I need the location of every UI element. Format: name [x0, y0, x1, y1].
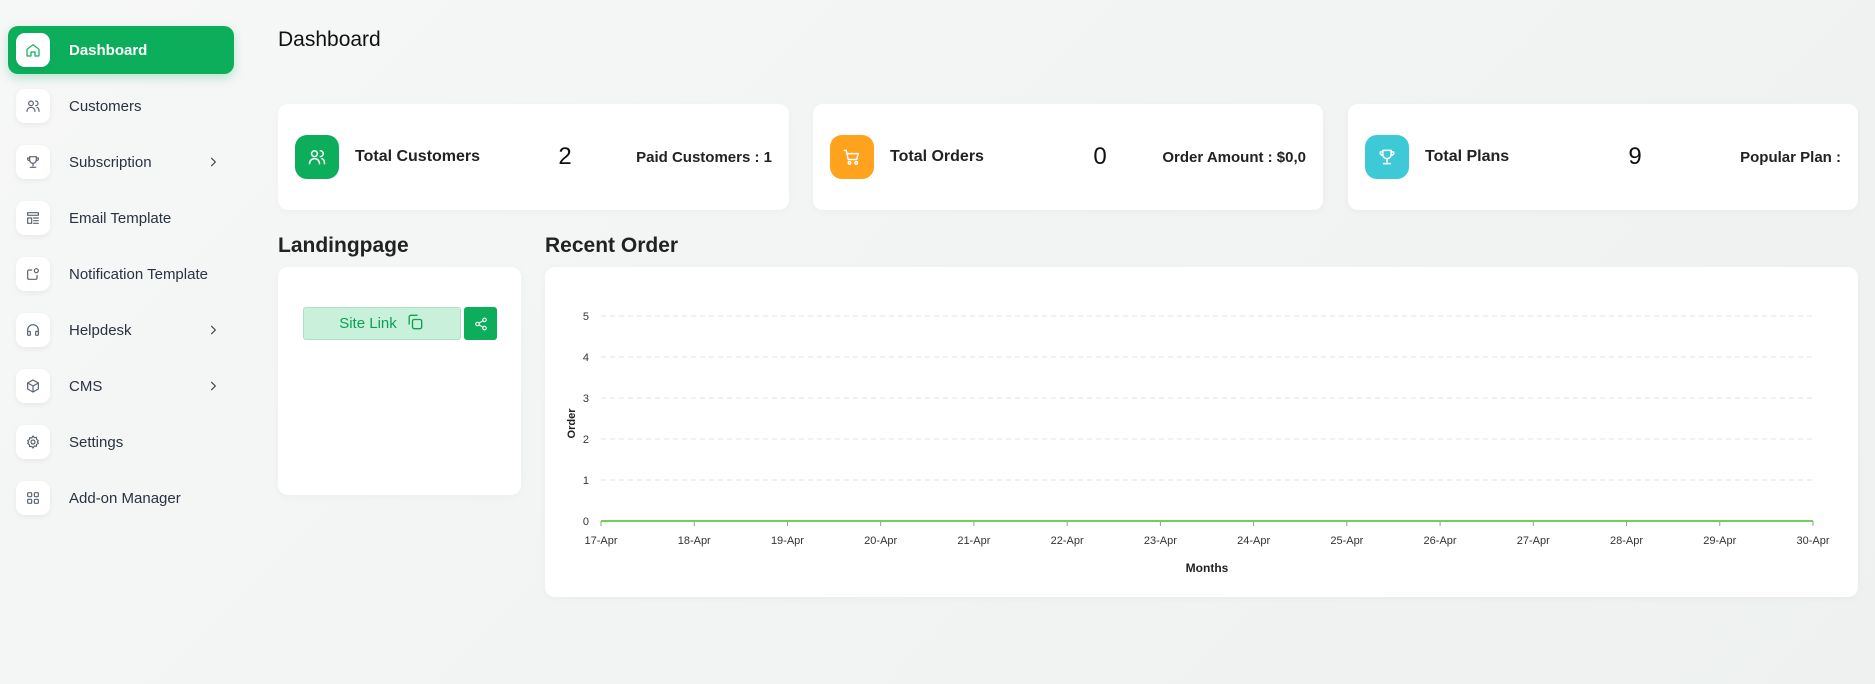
y-tick-label: 1 [583, 475, 589, 487]
sidebar-item-label: Dashboard [69, 41, 148, 59]
sidebar-item-addon-manager[interactable]: Add-on Manager [8, 474, 234, 522]
trophy-icon [16, 145, 50, 179]
y-tick-label: 2 [583, 434, 589, 446]
y-tick-label: 0 [583, 516, 589, 528]
x-tick-label: 28-Apr [1610, 535, 1643, 547]
x-tick-label: 18-Apr [678, 535, 711, 547]
stat-extra: Paid Customers : 1 [636, 148, 772, 166]
sidebar-item-subscription[interactable]: Subscription [8, 138, 234, 186]
x-tick-label: 29-Apr [1703, 535, 1736, 547]
y-tick-label: 4 [583, 352, 589, 364]
recent-order-chart: 0 1 2 3 4 5 17-Apr 18-Apr 19-Apr 20-Apr 21-Apr 22-A… [545, 267, 1858, 597]
sidebar-item-label: Add-on Manager [69, 489, 181, 507]
chevron-right-icon [206, 323, 220, 337]
chevron-right-icon [206, 155, 220, 169]
notification-icon [16, 257, 50, 291]
stat-extra: Order Amount : $0,0 [1162, 148, 1306, 166]
sidebar-item-customers[interactable]: Customers [8, 82, 234, 130]
sidebar-item-label: Customers [69, 97, 142, 115]
apps-icon [16, 481, 50, 515]
stat-label: Total Plans [1425, 148, 1510, 165]
recent-order-title: Recent Order [545, 234, 679, 257]
stat-label: Total Customers [355, 148, 481, 165]
x-tick-label: 23-Apr [1144, 535, 1177, 547]
trophy-icon [1365, 135, 1409, 179]
site-link-label: Site Link [339, 315, 397, 332]
stat-card-orders: Total Orders 0 Order Amount : $0,0 [813, 104, 1323, 210]
sidebar-item-label: Email Template [69, 209, 172, 227]
stat-label: Total Orders [890, 148, 984, 165]
x-tick-label: 17-Apr [584, 535, 617, 547]
landingpage-card: Site Link [278, 267, 521, 495]
landingpage-title: Landingpage [278, 234, 409, 257]
stat-value: 2 [558, 143, 572, 170]
share-button[interactable] [464, 307, 497, 340]
y-tick-label: 3 [583, 393, 589, 405]
sidebar: Dashboard Customers Subscription Email T… [8, 26, 234, 530]
sidebar-item-email-template[interactable]: Email Template [8, 194, 234, 242]
page-title: Dashboard [278, 28, 381, 51]
x-tick-label: 30-Apr [1796, 535, 1829, 547]
box-icon [16, 369, 50, 403]
sidebar-item-label: Helpdesk [69, 321, 132, 339]
template-icon [16, 201, 50, 235]
stat-card-customers: Total Customers 2 Paid Customers : 1 [278, 104, 789, 210]
sidebar-item-label: Subscription [69, 153, 152, 171]
x-tick-label: 19-Apr [771, 535, 804, 547]
stat-value: 9 [1628, 143, 1642, 170]
sidebar-item-label: Notification Template [69, 265, 208, 283]
sidebar-item-label: Settings [69, 433, 124, 451]
users-icon [295, 135, 339, 179]
sidebar-item-notification-template[interactable]: Notification Template [8, 250, 234, 298]
y-tick-label: 5 [583, 311, 589, 323]
site-link-button[interactable]: Site Link [303, 307, 461, 340]
chevron-right-icon [206, 379, 220, 393]
x-tick-label: 27-Apr [1517, 535, 1550, 547]
line-chart: 0 1 2 3 4 5 17-Apr 18-Apr 19-Apr 20-Apr 21-Apr 22-A… [566, 311, 1830, 575]
x-tick-label: 20-Apr [864, 535, 897, 547]
x-tick-label: 25-Apr [1330, 535, 1363, 547]
y-axis-label: Order [566, 408, 578, 439]
sidebar-item-cms[interactable]: CMS [8, 362, 234, 410]
copy-icon [405, 312, 425, 336]
x-tick-label: 26-Apr [1424, 535, 1457, 547]
stat-card-plans: Total Plans 9 Popular Plan : [1348, 104, 1858, 210]
sidebar-item-label: CMS [69, 377, 103, 395]
share-icon [474, 317, 488, 331]
sidebar-item-helpdesk[interactable]: Helpdesk [8, 306, 234, 354]
users-icon [16, 89, 50, 123]
x-axis-label: Months [1186, 561, 1229, 575]
x-tick-label: 21-Apr [957, 535, 990, 547]
home-icon [16, 33, 50, 67]
cart-icon [830, 135, 874, 179]
stat-value: 0 [1093, 143, 1107, 170]
x-tick-label: 24-Apr [1237, 535, 1270, 547]
stat-extra: Popular Plan : [1740, 148, 1841, 166]
sidebar-item-settings[interactable]: Settings [8, 418, 234, 466]
headset-icon [16, 313, 50, 347]
sidebar-item-dashboard[interactable]: Dashboard [8, 26, 234, 74]
x-tick-label: 22-Apr [1051, 535, 1084, 547]
gear-icon [16, 425, 50, 459]
